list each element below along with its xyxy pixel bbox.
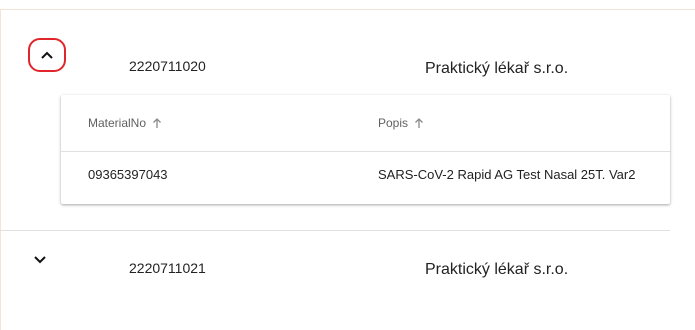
detail-table-header: MaterialNo Popis (61, 95, 670, 152)
detail-cell-materialno: 09365397043 (88, 167, 168, 182)
chevron-down-icon (34, 256, 46, 264)
detail-table: MaterialNo Popis 09365397043 SARS-CoV-2 … (61, 95, 670, 204)
column-header-materialno[interactable]: MaterialNo (88, 116, 162, 130)
chevron-up-icon (41, 51, 53, 59)
row-name: Praktický lékař s.r.o. (425, 261, 569, 278)
arrow-up-icon (414, 117, 424, 129)
column-header-label: MaterialNo (88, 116, 147, 130)
column-header-label: Popis (378, 116, 409, 130)
detail-cell-popis: SARS-CoV-2 Rapid AG Test Nasal 25T. Var2 (378, 167, 636, 182)
collapse-row-button[interactable] (34, 42, 60, 68)
expand-row-button[interactable] (27, 247, 53, 273)
column-header-popis[interactable]: Popis (378, 116, 424, 130)
row-id: 2220711020 (129, 58, 206, 74)
arrow-up-icon (152, 117, 162, 129)
row-name: Praktický lékař s.r.o. (425, 60, 569, 77)
row-id: 2220711021 (129, 260, 206, 276)
